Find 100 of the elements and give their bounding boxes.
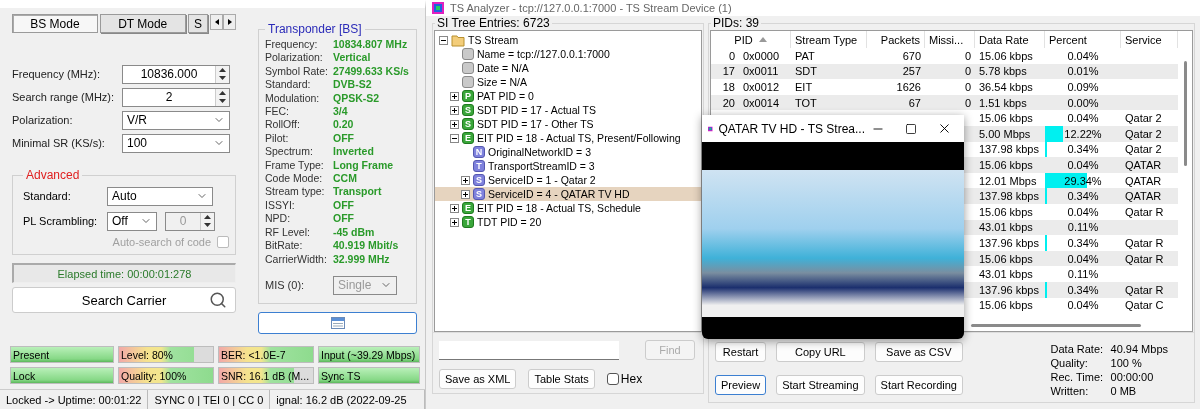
group-title: Advanced bbox=[25, 168, 81, 182]
tree-item[interactable]: P PAT PID = 0 bbox=[435, 89, 701, 103]
tab[interactable]: S bbox=[187, 14, 209, 33]
checkbox[interactable] bbox=[606, 373, 619, 385]
tree-item[interactable]: E EIT PID = 18 - Actual TS, Present/Following bbox=[435, 131, 701, 145]
table-cell-text: 15.06 kbps bbox=[978, 157, 1034, 173]
expand-icon[interactable] bbox=[450, 217, 459, 227]
tree-item[interactable]: TS Stream bbox=[435, 33, 701, 47]
expand-icon[interactable] bbox=[461, 189, 470, 199]
info-label: Stream type: bbox=[265, 185, 326, 199]
table-cell-text: 17 bbox=[721, 64, 736, 80]
info-label: Code Mode: bbox=[265, 172, 324, 186]
table-cell: 0.04% bbox=[1067, 158, 1099, 171]
collapse-icon[interactable] bbox=[450, 133, 459, 143]
dropdown[interactable]: 100 bbox=[122, 133, 230, 153]
action-button[interactable]: Restart bbox=[715, 342, 767, 362]
expand-icon[interactable] bbox=[450, 203, 459, 213]
table-cell-text: 137.96 kbps bbox=[978, 282, 1040, 298]
tree-item[interactable]: Name = tcp://127.0.0.1:7000 bbox=[435, 47, 701, 61]
action-button[interactable]: Table Stats bbox=[528, 369, 595, 389]
number-field[interactable]: 2 bbox=[122, 87, 230, 107]
action-button[interactable]: Save as XML bbox=[439, 369, 517, 389]
list-window-icon bbox=[330, 316, 345, 329]
table-cell: 0.01% bbox=[1067, 65, 1099, 78]
stat-value: 40.94 Mbps bbox=[1110, 342, 1168, 356]
table-cell-text: 5.78 kbps bbox=[978, 64, 1028, 80]
horizontal-scrollbar[interactable] bbox=[971, 323, 1141, 327]
tree-item[interactable]: N OriginalNetworkID = 3 bbox=[435, 145, 701, 159]
table-cell-text: 0 bbox=[727, 48, 736, 64]
spin-up-button[interactable] bbox=[216, 65, 229, 74]
collapse-icon[interactable] bbox=[439, 35, 448, 45]
action-button[interactable]: Save as CSV bbox=[874, 342, 963, 362]
scroll-left-button[interactable] bbox=[210, 14, 224, 30]
info-label: ISSYI: bbox=[265, 198, 296, 213]
elapsed-time: Elapsed time: 00:00:01:278 bbox=[12, 263, 236, 283]
spin-up-button[interactable] bbox=[216, 88, 229, 97]
field-label: Frequency (MHz): bbox=[12, 68, 102, 80]
expand-icon[interactable] bbox=[450, 91, 459, 101]
tree-item[interactable]: S ServiceID = 4 - QATAR TV HD bbox=[435, 187, 701, 201]
table-cell-text: 36.54 kbps bbox=[978, 80, 1034, 95]
dropdown[interactable]: Auto bbox=[107, 186, 213, 206]
spin-down-button[interactable] bbox=[216, 97, 229, 106]
tree-item[interactable]: E EIT PID = 18 - Actual TS, Schedule bbox=[435, 201, 701, 215]
window-title: TS Analyzer - tcp://127.0.0.1:7000 - TS Stream Device (1) bbox=[450, 2, 732, 14]
close-icon[interactable] bbox=[937, 121, 952, 136]
table-cell-text: 20 bbox=[721, 95, 736, 111]
table-cell-text: SDT bbox=[794, 64, 818, 80]
info-value: CCM bbox=[333, 172, 358, 186]
spin-down-button[interactable] bbox=[216, 74, 229, 83]
stat-value: 100 % bbox=[1110, 356, 1143, 370]
table-cell-text: TOT bbox=[794, 95, 818, 111]
table-cell: 0.04% bbox=[1067, 49, 1099, 62]
tab[interactable]: DT Mode bbox=[99, 14, 186, 33]
group-title: SI Tree Entries: 6723 bbox=[436, 16, 551, 30]
tree-item[interactable]: S SDT PID = 17 - Other TS bbox=[435, 117, 701, 131]
table-cell-text: Qatar R bbox=[1124, 235, 1165, 251]
tree-item[interactable]: T TDT PID = 20 bbox=[435, 215, 701, 229]
info-label: NPD: bbox=[265, 212, 292, 226]
expand-icon[interactable] bbox=[450, 119, 459, 129]
action-button[interactable]: Start Recording bbox=[874, 375, 963, 395]
node-icon bbox=[462, 76, 474, 88]
tab[interactable]: BS Mode bbox=[12, 14, 98, 33]
stat-label: Data Rate: bbox=[1050, 342, 1105, 356]
info-value: 0.20 bbox=[333, 118, 355, 132]
table-cell-text: 12.01 Mbps bbox=[978, 173, 1038, 189]
down-arrow-icon bbox=[219, 99, 226, 104]
table-cell-text: Qatar 2 bbox=[1124, 111, 1163, 126]
table-cell: 0.34% bbox=[1067, 143, 1099, 156]
tree-item[interactable]: S SDT PID = 17 - Actual TS bbox=[435, 103, 701, 117]
expand-icon[interactable] bbox=[461, 175, 470, 185]
find-input[interactable] bbox=[439, 340, 619, 360]
table-cell-text: Qatar R bbox=[1124, 204, 1165, 220]
tree-item[interactable]: S ServiceID = 1 - Qatar 2 bbox=[435, 173, 701, 187]
action-button[interactable]: Copy URL bbox=[776, 342, 865, 362]
info-value: 40.919 Mbit/s bbox=[333, 239, 400, 253]
info-label: RollOff: bbox=[265, 118, 301, 132]
tree-item[interactable]: Size = N/A bbox=[435, 75, 701, 89]
vertical-scrollbar[interactable] bbox=[1183, 61, 1187, 166]
number-field[interactable]: 10836.000 bbox=[122, 64, 230, 84]
action-button[interactable]: Preview bbox=[715, 375, 767, 395]
dropdown[interactable]: V/R bbox=[122, 110, 230, 130]
indicator-label: Input (~39.29 Mbps) bbox=[320, 348, 416, 361]
tree-item[interactable]: T TransportStreamID = 3 bbox=[435, 159, 701, 173]
search-carrier-button[interactable]: Search Carrier bbox=[12, 287, 236, 313]
scroll-right-button[interactable] bbox=[223, 14, 236, 30]
up-arrow-icon bbox=[219, 67, 226, 72]
dropdown[interactable]: Off bbox=[107, 211, 157, 231]
expand-icon[interactable] bbox=[450, 105, 459, 115]
info-value: OFF bbox=[333, 131, 355, 146]
info-value: Vertical bbox=[333, 51, 372, 65]
table-cell-text: 0x0000 bbox=[742, 48, 781, 64]
tree-item[interactable]: Date = N/A bbox=[435, 61, 701, 75]
maximize-icon[interactable] bbox=[905, 122, 917, 135]
stat-label: Rec. Time: bbox=[1050, 370, 1105, 384]
field-label: Polarization: bbox=[12, 114, 74, 126]
table-cell-text: QATAR bbox=[1124, 189, 1163, 204]
table-cell: 0.11% bbox=[1067, 221, 1099, 234]
table-cell-text: QATAR bbox=[1124, 173, 1163, 189]
action-button[interactable]: Start Streaming bbox=[776, 375, 865, 395]
list-button[interactable] bbox=[258, 311, 417, 334]
